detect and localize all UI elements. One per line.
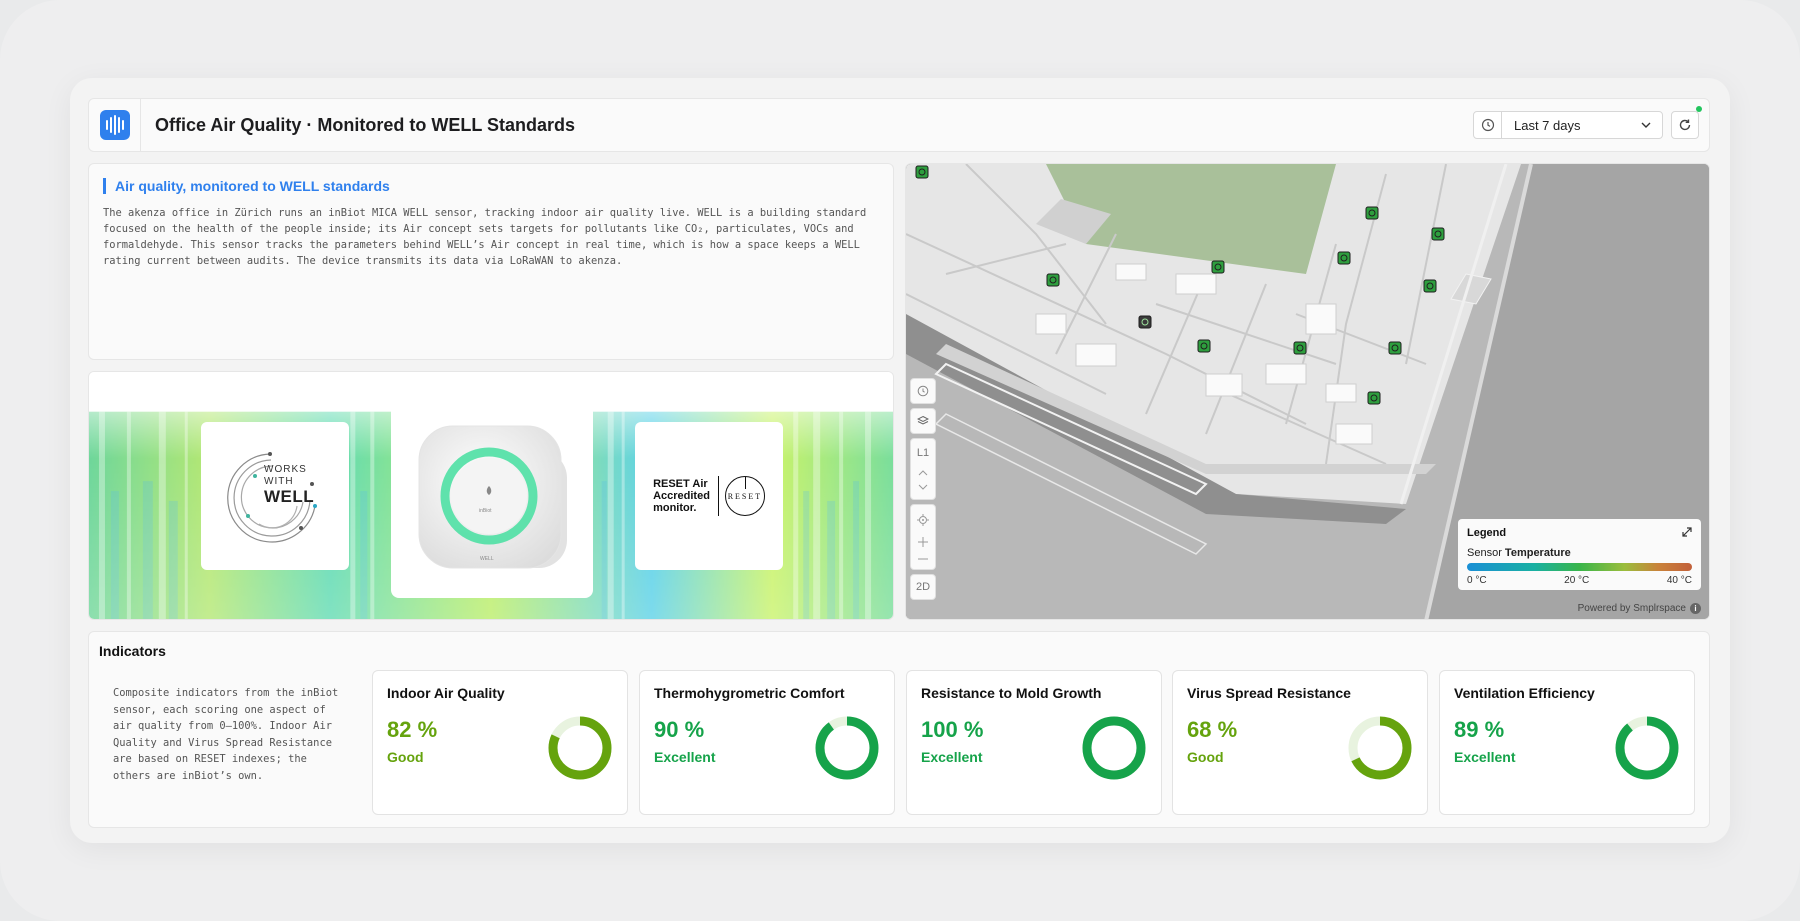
zoom-controls <box>910 504 936 570</box>
powered-by: Powered by Smplrspace i <box>1578 603 1701 614</box>
history-button[interactable] <box>910 378 936 404</box>
dashboard-header: Office Air Quality · Monitored to WELL S… <box>88 98 1710 152</box>
indicator-card[interactable]: Virus Spread Resistance 68 % Good <box>1172 670 1428 815</box>
legend-title: Legend <box>1467 527 1507 539</box>
powered-by-text: Powered by Smplrspace <box>1577 603 1686 614</box>
legend-tick-mid: 20 °C <box>1564 575 1590 586</box>
sensor-marker[interactable] <box>1211 260 1225 274</box>
refresh-button[interactable] <box>1671 106 1702 139</box>
indicators-panel: Indicators Composite indicators from the… <box>88 631 1710 828</box>
indicator-name: Resistance to Mold Growth <box>921 685 1102 701</box>
reset-air-badge: RESET Air Accredited monitor. RESET <box>635 422 783 570</box>
zoom-in-icon[interactable] <box>917 536 929 548</box>
reset-badge-text: RESET Air Accredited monitor. <box>653 478 710 514</box>
chevron-down-icon <box>1641 122 1651 128</box>
legend-tick-min: 0 °C <box>1467 575 1487 586</box>
indicator-card[interactable]: Ventilation Efficiency 89 % Excellent <box>1439 670 1695 815</box>
indicator-name: Thermohygrometric Comfort <box>654 685 845 701</box>
indicators-title: Indicators <box>99 643 166 659</box>
device-brand-label: inBiot <box>479 508 492 514</box>
indicator-status: Good <box>387 749 424 765</box>
device-image-card: WORKS WITH WELL inBiot WELL RESET Air Ac… <box>88 371 894 620</box>
view-mode-toggle[interactable]: 2D <box>910 574 936 600</box>
indicator-status: Excellent <box>654 749 716 765</box>
legend-tick-max: 40 °C <box>1666 575 1692 586</box>
donut-progress <box>1082 716 1146 780</box>
indicator-status: Excellent <box>921 749 983 765</box>
chevron-down-icon[interactable] <box>918 483 928 491</box>
layers-icon <box>917 415 929 425</box>
map-legend: Legend Sensor Temperature 0 °C 20 °C 40 … <box>1458 519 1701 590</box>
description-text: The akenza office in Zürich runs an inBi… <box>103 207 867 267</box>
indicator-name: Virus Spread Resistance <box>1187 685 1351 701</box>
indicator-donut <box>1348 716 1412 780</box>
zoom-out-icon[interactable] <box>917 558 929 560</box>
logo-container <box>89 99 141 151</box>
clock-icon <box>1474 112 1502 138</box>
level-selector[interactable]: L1 <box>910 438 936 500</box>
level-label: L1 <box>916 447 930 459</box>
sensor-marker[interactable] <box>1423 279 1437 293</box>
view-mode-label: 2D <box>915 581 931 593</box>
sensor-marker[interactable] <box>1337 251 1351 265</box>
inbiot-sensor-image: inBiot WELL <box>391 396 593 598</box>
indicator-status: Excellent <box>1454 749 1516 765</box>
indicator-name: Ventilation Efficiency <box>1454 685 1595 701</box>
refresh-icon <box>1679 119 1691 131</box>
donut-progress <box>1615 716 1679 780</box>
indicator-donut <box>815 716 879 780</box>
indicators-description: Composite indicators from the inBiot sen… <box>113 687 339 782</box>
sensor-marker[interactable] <box>1046 273 1060 287</box>
indicator-value: 68 % <box>1187 717 1238 742</box>
indicator-status: Good <box>1187 749 1224 765</box>
reset-seal: RESET <box>724 476 765 516</box>
sensor-marker[interactable] <box>1138 315 1152 329</box>
map-toolbar: L1 2D <box>910 378 936 604</box>
sensor-marker[interactable] <box>1197 339 1211 353</box>
sensor-marker[interactable] <box>1293 341 1307 355</box>
live-status-dot <box>1696 106 1702 112</box>
layers-button[interactable] <box>910 408 936 434</box>
sensor-marker[interactable] <box>1367 391 1381 405</box>
description-card: Air quality, monitored to WELL standards… <box>88 163 894 360</box>
indicator-donut <box>548 716 612 780</box>
legend-color-scale <box>1467 563 1692 571</box>
indicator-card[interactable]: Indoor Air Quality 82 % Good <box>372 670 628 815</box>
indicator-card[interactable]: Resistance to Mold Growth 100 % Excellent <box>906 670 1162 815</box>
indicator-donut <box>1082 716 1146 780</box>
info-icon[interactable]: i <box>1690 603 1701 614</box>
indicator-card[interactable]: Thermohygrometric Comfort 90 % Excellent <box>639 670 895 815</box>
indicator-value: 82 % <box>387 717 438 742</box>
clock-icon <box>917 385 929 397</box>
recenter-icon[interactable] <box>917 514 929 526</box>
device-well-label: WELL <box>480 556 494 562</box>
donut-progress <box>815 716 879 780</box>
sensor-marker[interactable] <box>915 165 929 179</box>
description-title: Air quality, monitored to WELL standards <box>103 178 390 194</box>
legend-ticks: 0 °C 20 °C 40 °C <box>1467 575 1692 586</box>
indicator-value: 90 % <box>654 717 705 742</box>
time-range-select[interactable]: Last 7 days <box>1502 112 1662 138</box>
indicator-value: 100 % <box>921 717 984 742</box>
chevron-up-icon[interactable] <box>918 469 928 477</box>
legend-sensor-metric: Temperature <box>1504 547 1571 559</box>
sensor-marker[interactable] <box>1365 206 1379 220</box>
app-logo-icon[interactable] <box>99 110 130 140</box>
legend-sensor-prefix: Sensor <box>1467 547 1502 559</box>
page-title: Office Air Quality · Monitored to WELL S… <box>155 114 576 135</box>
indicator-name: Indoor Air Quality <box>387 685 505 701</box>
sensor-marker[interactable] <box>1431 227 1445 241</box>
indicator-donut <box>1615 716 1679 780</box>
indicator-value: 89 % <box>1454 717 1505 742</box>
time-range-picker[interactable]: Last 7 days <box>1473 111 1663 139</box>
well-badge-text: WORKS WITH WELL <box>264 464 315 506</box>
collapse-icon[interactable] <box>1682 527 1692 537</box>
floorplan-3d-map[interactable]: L1 2D Legend Sensor Temperature 0 °C 20 … <box>905 163 1710 620</box>
time-range-value: Last 7 days <box>1514 117 1581 133</box>
legend-subtitle: Sensor Temperature <box>1467 547 1692 559</box>
sensor-marker[interactable] <box>1388 341 1402 355</box>
